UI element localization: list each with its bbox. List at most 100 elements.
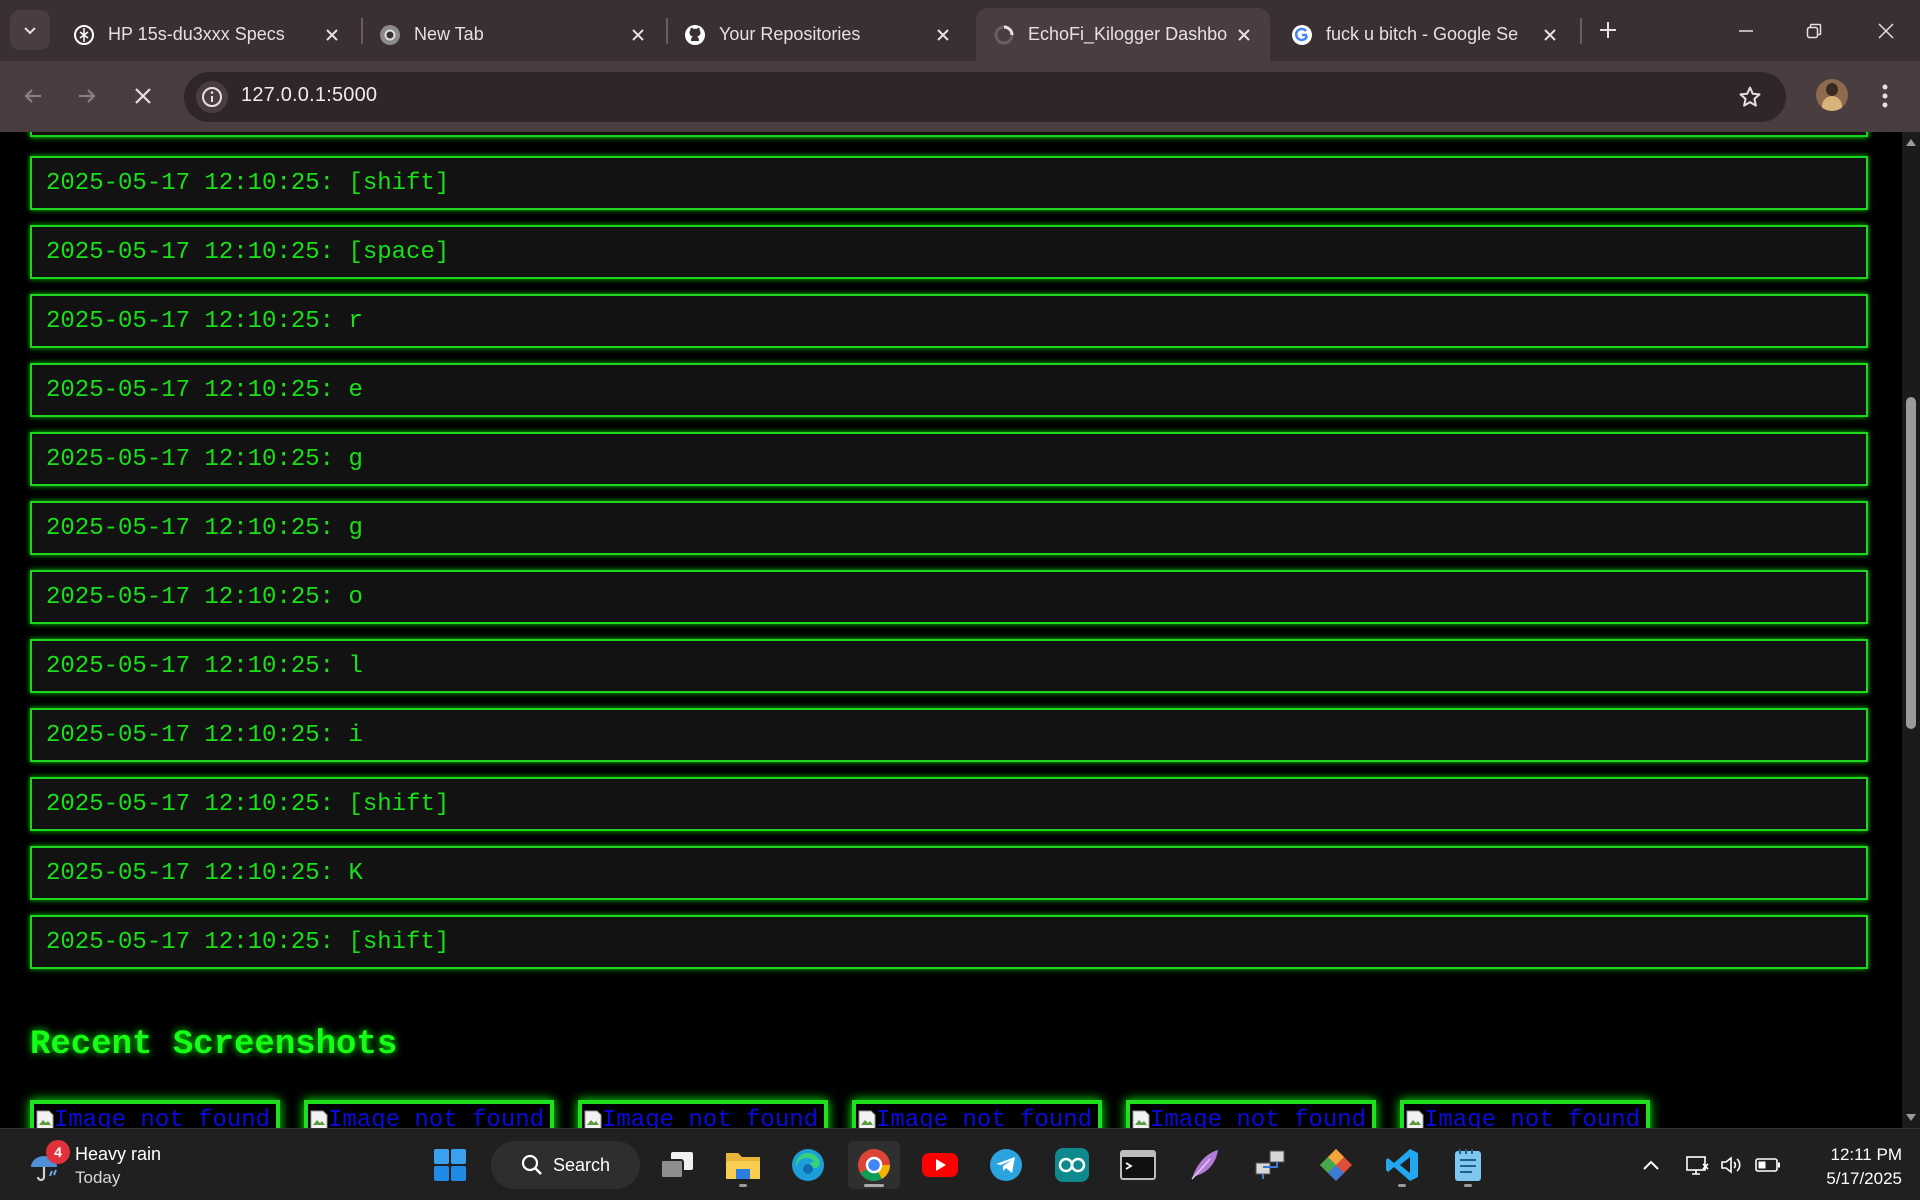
show-hidden-icons-button[interactable]: [1636, 1141, 1666, 1189]
log-entry: 2025-05-17 12:10:25: K: [30, 846, 1868, 900]
scroll-down-arrow-icon[interactable]: [1905, 1112, 1917, 1124]
browser-toolbar: 127.0.0.1:5000: [0, 61, 1920, 132]
image-alt-text: Image not found: [1424, 1106, 1641, 1129]
close-icon[interactable]: [1232, 23, 1256, 47]
git-tool-icon[interactable]: [1310, 1141, 1362, 1189]
close-window-button[interactable]: [1852, 0, 1920, 61]
back-button[interactable]: [12, 75, 54, 117]
screenshot-gallery: Image not found Image not found Image no…: [30, 1100, 1890, 1128]
close-icon[interactable]: [931, 23, 955, 47]
scrollbar-thumb[interactable]: [1906, 397, 1916, 729]
minimize-button[interactable]: [1712, 0, 1780, 61]
broken-image-icon: [36, 1110, 54, 1128]
avatar-body: [1822, 96, 1842, 111]
chrome-icon[interactable]: [848, 1141, 900, 1189]
screenshot-thumbnail[interactable]: Image not found: [30, 1100, 280, 1128]
chrome-icon: [378, 23, 402, 47]
tab-title: EchoFi_Kilogger Dashbo: [1028, 24, 1228, 44]
back-arrow-icon: [24, 89, 41, 103]
network-app-icon[interactable]: [1244, 1141, 1296, 1189]
notepad-icon[interactable]: [1442, 1141, 1494, 1189]
log-entry: 2025-05-17 12:10:25: g: [30, 432, 1868, 486]
screenshot-thumbnail[interactable]: Image not found: [1126, 1100, 1376, 1128]
screenshot-thumbnail[interactable]: Image not found: [1400, 1100, 1650, 1128]
image-alt-text: Image not found: [876, 1106, 1093, 1129]
loading-icon: [992, 23, 1016, 47]
close-icon: [1878, 22, 1894, 39]
chevron-down-icon: [24, 27, 36, 35]
page-scrollbar[interactable]: [1902, 132, 1920, 1128]
terminal-icon[interactable]: [1112, 1141, 1164, 1189]
close-icon[interactable]: [320, 23, 344, 47]
broken-image-icon: [858, 1110, 876, 1128]
task-view-icon[interactable]: [651, 1141, 703, 1189]
site-info-button[interactable]: [196, 81, 228, 113]
new-tab-button[interactable]: [1590, 12, 1626, 48]
tab-echofi-dashboard[interactable]: EchoFi_Kilogger Dashbo: [976, 8, 1270, 61]
broken-image-icon: [584, 1110, 602, 1128]
weather-widget[interactable]: 4 Heavy rain Today: [24, 1139, 184, 1191]
address-url[interactable]: 127.0.0.1:5000: [241, 84, 377, 107]
tab-title: HP 15s-du3xxx Specs: [108, 24, 285, 44]
restore-button[interactable]: [1780, 0, 1848, 61]
log-entry-partial: [30, 132, 1868, 137]
system-clock[interactable]: 12:11 PM 5/17/2025: [1792, 1143, 1902, 1191]
chatgpt-icon: [72, 23, 96, 47]
browser-menu-button[interactable]: [1870, 79, 1900, 113]
close-icon[interactable]: [626, 23, 650, 47]
tab-google-search[interactable]: fuck u bitch - Google Se: [1274, 8, 1576, 61]
youtube-icon[interactable]: [914, 1141, 966, 1189]
bookmark-star-button[interactable]: [1736, 83, 1764, 111]
log-entry: 2025-05-17 12:10:25: i: [30, 708, 1868, 762]
screenshot-thumbnail[interactable]: Image not found: [304, 1100, 554, 1128]
log-entry: 2025-05-17 12:10:25: e: [30, 363, 1868, 417]
minimize-icon: [1739, 29, 1753, 32]
telegram-icon[interactable]: [980, 1141, 1032, 1189]
search-label: Search: [553, 1154, 611, 1175]
profile-avatar[interactable]: [1816, 79, 1848, 111]
image-alt-text: Image not found: [1150, 1106, 1367, 1129]
dashboard-page: 2025-05-17 12:10:25: [shift] 2025-05-17 …: [0, 132, 1902, 1128]
running-indicator: [739, 1184, 747, 1187]
restore-icon: [1806, 23, 1822, 38]
windows-start-icon[interactable]: [424, 1141, 476, 1189]
taskbar-search[interactable]: Search: [491, 1141, 640, 1189]
battery-icon[interactable]: [1752, 1141, 1784, 1189]
tab-hp-specs[interactable]: HP 15s-du3xxx Specs: [56, 8, 358, 61]
log-entry: 2025-05-17 12:10:25: g: [30, 501, 1868, 555]
windows-taskbar: 4 Heavy rain Today Search 12:11 PM 5/17/…: [0, 1128, 1920, 1200]
forward-button[interactable]: [66, 75, 108, 117]
feather-app-icon[interactable]: [1178, 1141, 1230, 1189]
tab-new-tab[interactable]: New Tab: [362, 8, 664, 61]
screenshot-thumbnail[interactable]: Image not found: [578, 1100, 828, 1128]
tab-title: Your Repositories: [719, 24, 861, 44]
tab-search-button[interactable]: [10, 10, 50, 50]
broken-image-icon: [1132, 1110, 1150, 1128]
image-alt-text: Image not found: [602, 1106, 819, 1129]
vscode-icon[interactable]: [1376, 1141, 1428, 1189]
tab-separator: [1580, 18, 1582, 44]
stop-loading-button[interactable]: [122, 75, 164, 117]
log-entry: 2025-05-17 12:10:25: r: [30, 294, 1868, 348]
image-alt-text: Image not found: [54, 1106, 271, 1129]
github-icon: [683, 23, 707, 47]
log-entry: 2025-05-17 12:10:25: [shift]: [30, 777, 1868, 831]
edge-icon[interactable]: [782, 1141, 834, 1189]
plus-icon: [1600, 22, 1616, 38]
network-status-icon[interactable]: [1682, 1141, 1712, 1189]
tab-your-repositories[interactable]: Your Repositories: [667, 8, 969, 61]
address-bar[interactable]: 127.0.0.1:5000: [184, 72, 1786, 122]
image-alt-text: Image not found: [328, 1106, 545, 1129]
recent-screenshots-heading: Recent Screenshots: [30, 1026, 398, 1064]
google-icon: [1290, 23, 1314, 47]
info-icon: [202, 87, 222, 107]
chevron-up-icon: [1643, 1160, 1659, 1170]
scroll-up-arrow-icon[interactable]: [1905, 136, 1917, 148]
volume-icon[interactable]: [1716, 1141, 1746, 1189]
screenshot-thumbnail[interactable]: Image not found: [852, 1100, 1102, 1128]
close-icon[interactable]: [1538, 23, 1562, 47]
file-explorer-icon[interactable]: [717, 1141, 769, 1189]
clock-time: 12:11 PM: [1830, 1145, 1902, 1164]
running-indicator: [864, 1184, 884, 1187]
arduino-icon[interactable]: [1046, 1141, 1098, 1189]
